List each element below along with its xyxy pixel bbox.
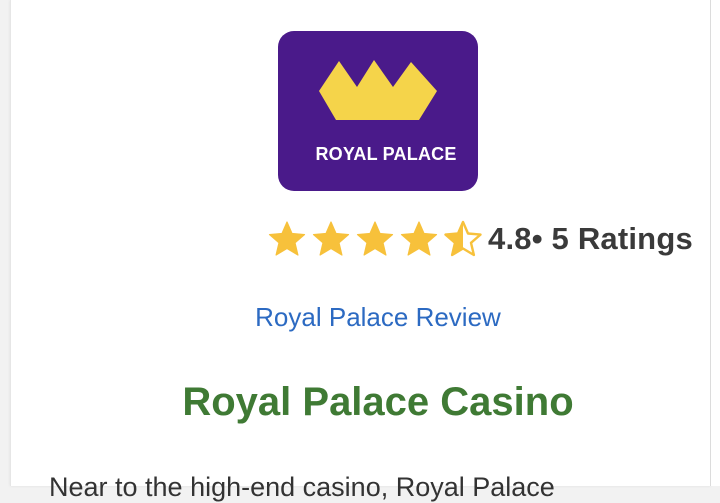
rating: 4.8• 5 Ratings	[267, 216, 693, 262]
star-full-icon	[355, 219, 395, 259]
casino-logo: ROYAL PALACE	[278, 31, 478, 191]
review-link[interactable]: Royal Palace Review	[11, 302, 720, 333]
logo-background	[278, 31, 478, 191]
scrollbar-track[interactable]	[710, 0, 720, 486]
rating-text: 4.8• 5 Ratings	[488, 221, 693, 256]
intro-text: Near to the high-end casino, Royal Palac…	[49, 472, 555, 502]
logo-text: ROYAL PALACE	[315, 144, 457, 164]
casino-card: ROYAL PALACE 4.8• 5 Ratings Royal Palace…	[10, 0, 711, 502]
casino-title: Royal Palace Casino	[182, 380, 574, 424]
rating-stars	[267, 219, 487, 259]
star-half-icon	[443, 219, 483, 259]
star-full-icon	[267, 219, 307, 259]
star-full-icon	[399, 219, 439, 259]
star-full-icon	[311, 219, 351, 259]
